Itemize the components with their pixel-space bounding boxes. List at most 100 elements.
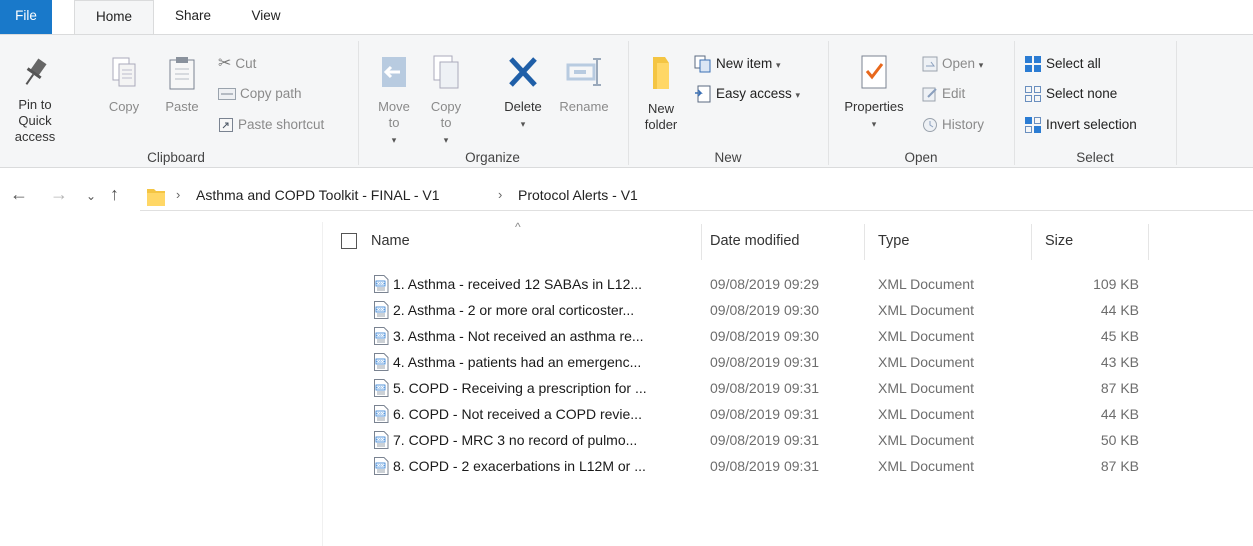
group-divider — [1014, 41, 1015, 165]
tab-share[interactable]: Share — [162, 0, 224, 34]
select-all-button[interactable]: Select all — [1024, 53, 1101, 75]
breadcrumb-separator-icon[interactable]: › — [176, 187, 180, 202]
address-path[interactable]: › Asthma and COPD Toolkit - FINAL - V1 ›… — [140, 182, 1253, 211]
edit-button[interactable]: Edit — [922, 83, 965, 105]
column-header-name[interactable]: Name — [371, 222, 410, 260]
xml-file-icon: <e> — [374, 431, 389, 449]
column-header-date[interactable]: Date modified — [710, 222, 799, 260]
file-row[interactable]: <e> 6. COPD - Not received a COPD revie.… — [323, 402, 1253, 426]
file-date-modified: 09/08/2019 09:31 — [710, 458, 819, 474]
paste-shortcut-icon — [219, 118, 233, 133]
breadcrumb-separator-icon[interactable]: › — [498, 187, 502, 202]
file-size: 44 KB — [1100, 406, 1139, 422]
recent-locations-chevron-icon[interactable]: ⌄ — [86, 189, 96, 203]
pin-to-quick-access-button[interactable]: Pin to Quick access — [0, 55, 70, 145]
open-group: Properties ▾ Open ▾ Edit History Open — [830, 35, 1012, 169]
open-group-label: Open — [904, 150, 938, 165]
file-size: 87 KB — [1100, 380, 1139, 396]
properties-icon — [861, 55, 887, 89]
svg-text:<e>: <e> — [376, 333, 385, 338]
tab-file[interactable]: File — [0, 0, 52, 34]
edit-label: Edit — [942, 86, 966, 101]
column-header-size[interactable]: Size — [1045, 222, 1073, 260]
new-folder-button[interactable]: New folder — [636, 53, 686, 133]
delete-button[interactable]: Delete ▾ — [498, 53, 548, 132]
column-header-type[interactable]: Type — [878, 222, 909, 260]
copy-to-button[interactable]: Copy to ▾ — [426, 53, 466, 148]
select-group-label: Select — [1076, 150, 1114, 165]
column-divider[interactable] — [864, 224, 865, 260]
svg-text:<e>: <e> — [376, 281, 385, 286]
xml-file-icon: <e> — [374, 353, 389, 371]
pin-label: Pin to Quick access — [14, 97, 56, 144]
file-date-modified: 09/08/2019 09:30 — [710, 302, 819, 318]
open-button[interactable]: Open ▾ — [922, 53, 983, 75]
properties-button[interactable]: Properties ▾ — [836, 53, 912, 132]
clipboard-group-label: Clipboard — [147, 150, 205, 165]
tab-home[interactable]: Home — [74, 0, 154, 36]
file-date-modified: 09/08/2019 09:31 — [710, 432, 819, 448]
file-row[interactable]: <e> 8. COPD - 2 exacerbations in L12M or… — [323, 454, 1253, 478]
svg-text:<e>: <e> — [376, 437, 385, 442]
file-name: 5. COPD - Receiving a prescription for .… — [393, 380, 647, 396]
file-name: 3. Asthma - Not received an asthma re... — [393, 328, 644, 344]
xml-file-icon: <e> — [374, 379, 389, 397]
copy-to-label: Copy to — [430, 99, 462, 130]
breadcrumb-item[interactable]: Protocol Alerts - V1 — [518, 187, 638, 203]
tab-view[interactable]: View — [240, 0, 292, 34]
file-size: 45 KB — [1100, 328, 1139, 344]
file-row[interactable]: <e> 4. Asthma - patients had an emergenc… — [323, 350, 1253, 374]
file-name: 1. Asthma - received 12 SABAs in L12... — [393, 276, 643, 292]
xml-file-icon: <e> — [374, 457, 389, 475]
back-arrow-icon[interactable]: ← — [10, 184, 28, 205]
organize-group: Move to ▾ Copy to ▾ Delete ▾ Rename Orga… — [360, 35, 625, 169]
history-button[interactable]: History — [922, 114, 984, 136]
history-label: History — [942, 117, 985, 132]
breadcrumb-item[interactable]: Asthma and COPD Toolkit - FINAL - V1 — [196, 187, 440, 203]
file-type: XML Document — [878, 458, 974, 474]
file-type: XML Document — [878, 302, 974, 318]
file-row[interactable]: <e> 3. Asthma - Not received an asthma r… — [323, 324, 1253, 348]
column-divider[interactable] — [1031, 224, 1032, 260]
copy-to-dropdown-icon: ▾ — [443, 135, 449, 145]
file-size: 43 KB — [1100, 354, 1139, 370]
scissors-icon: ✂ — [218, 55, 232, 73]
file-row[interactable]: <e> 1. Asthma - received 12 SABAs in L12… — [323, 272, 1253, 296]
copy-button[interactable]: Copy — [104, 55, 144, 115]
file-row[interactable]: <e> 5. COPD - Receiving a prescription f… — [323, 376, 1253, 400]
select-all-checkbox[interactable] — [341, 222, 357, 260]
easy-access-button[interactable]: Easy access ▾ — [694, 83, 800, 105]
paste-shortcut-button[interactable]: Paste shortcut — [218, 114, 324, 136]
xml-file-icon: <e> — [374, 327, 389, 345]
new-item-button[interactable]: New item ▾ — [694, 53, 781, 75]
cut-button[interactable]: ✂ Cut — [218, 53, 256, 75]
file-type: XML Document — [878, 380, 974, 396]
easy-access-dropdown-icon: ▾ — [795, 90, 801, 100]
up-arrow-icon[interactable]: ↑ — [110, 184, 119, 205]
forward-arrow-icon[interactable]: → — [50, 184, 68, 205]
rename-label: Rename — [559, 99, 609, 114]
group-divider — [628, 41, 629, 165]
svg-text:<e>: <e> — [376, 411, 385, 416]
rename-button[interactable]: Rename — [554, 53, 614, 115]
file-name: 8. COPD - 2 exacerbations in L12M or ... — [393, 458, 646, 474]
select-none-button[interactable]: Select none — [1024, 83, 1117, 105]
rename-icon — [566, 58, 601, 86]
file-row[interactable]: <e> 7. COPD - MRC 3 no record of pulmo..… — [323, 428, 1253, 452]
select-group: Select all Select none Invert selection … — [1016, 35, 1174, 169]
copy-path-button[interactable]: Copy path — [218, 83, 302, 105]
file-row[interactable]: <e> 2. Asthma - 2 or more oral corticost… — [323, 298, 1253, 322]
organize-group-label: Organize — [465, 150, 520, 165]
clipboard-group: Pin to Quick access Copy Paste ✂ Cut Copy… — [0, 35, 352, 169]
edit-icon — [922, 87, 937, 102]
ribbon-tabs: File Home Share View — [0, 0, 1253, 36]
invert-selection-button[interactable]: Invert selection — [1024, 114, 1137, 136]
move-to-label: Move to — [378, 99, 410, 130]
group-divider — [828, 41, 829, 165]
paste-button[interactable]: Paste — [160, 55, 204, 115]
file-size: 87 KB — [1100, 458, 1139, 474]
new-item-icon — [694, 55, 711, 73]
column-divider[interactable] — [1148, 224, 1149, 260]
move-to-button[interactable]: Move to ▾ — [374, 53, 414, 148]
column-divider[interactable] — [701, 224, 702, 260]
